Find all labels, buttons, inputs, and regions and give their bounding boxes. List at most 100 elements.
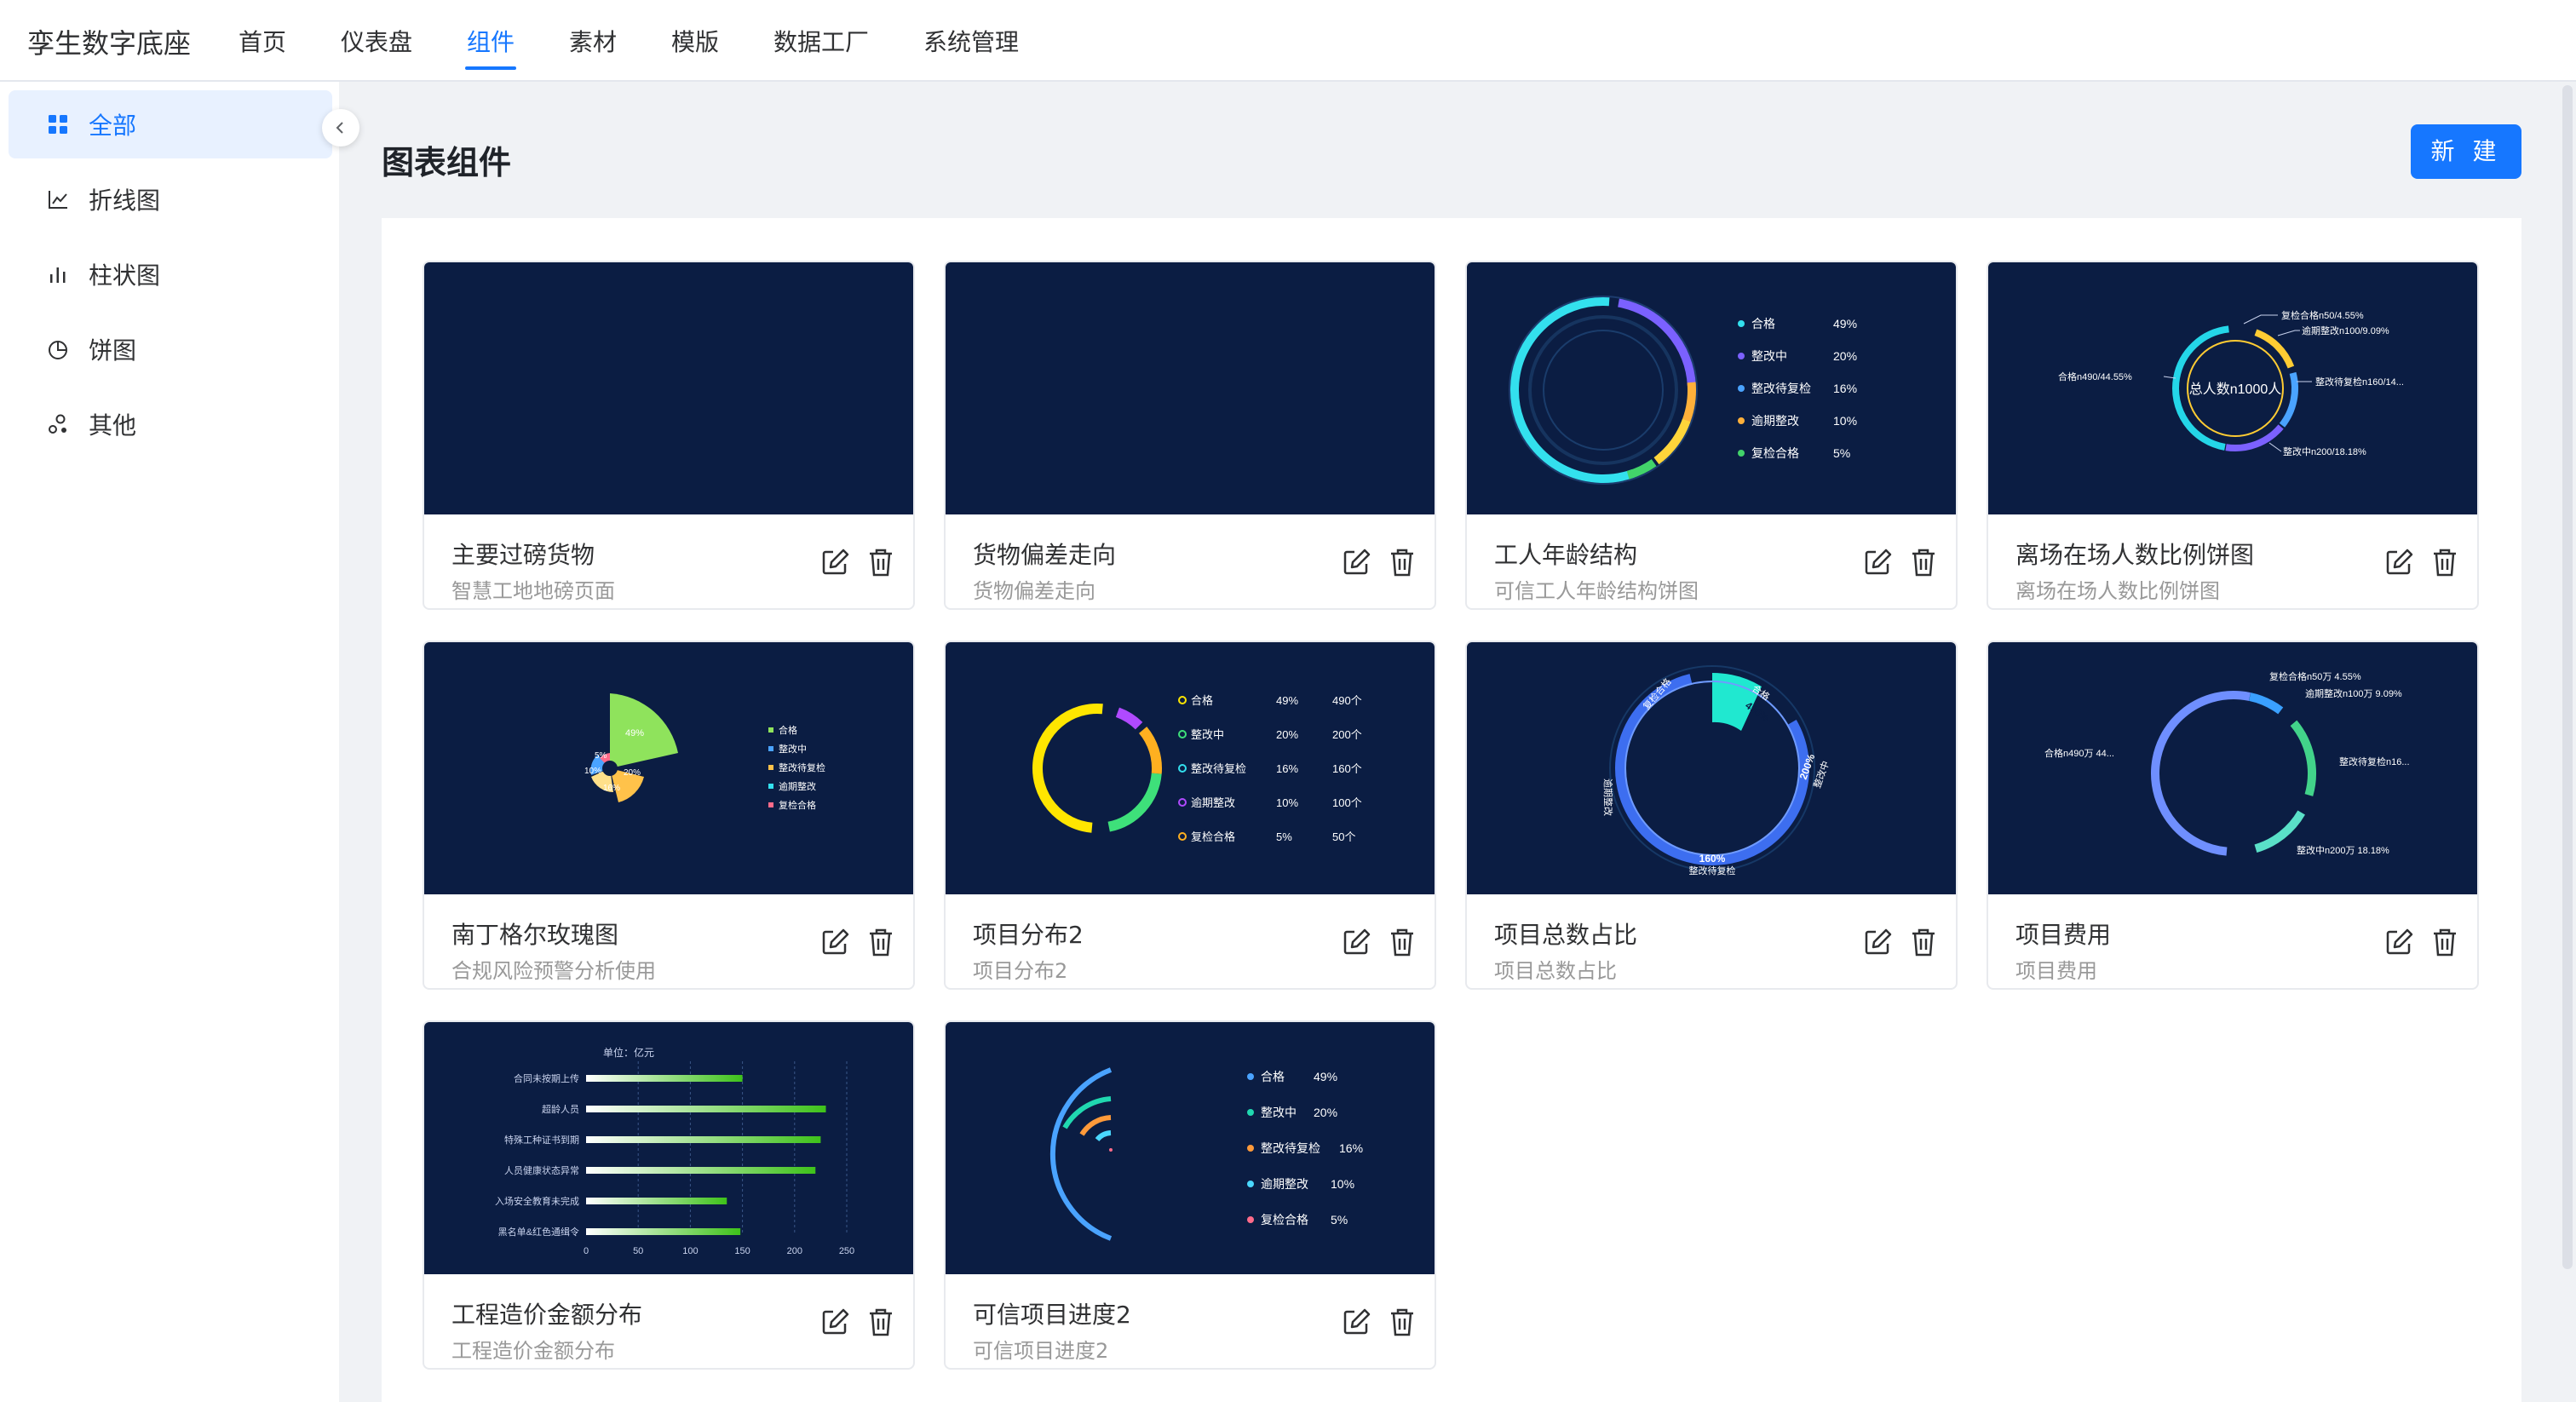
card-subtitle: 项目总数占比 xyxy=(1494,959,1617,983)
trash-icon[interactable] xyxy=(1389,547,1416,577)
trash-icon[interactable] xyxy=(1389,927,1416,957)
card-thumbnail[interactable] xyxy=(946,262,1435,514)
category-label: 超龄人员 xyxy=(542,1103,579,1115)
card-title: 主要过磅货物 xyxy=(451,541,595,569)
trash-icon[interactable] xyxy=(867,1307,894,1337)
edit-icon[interactable] xyxy=(819,927,850,957)
grid-icon xyxy=(49,115,67,134)
legend-pct: 20% xyxy=(1276,728,1298,741)
component-card[interactable]: 复检合格n50万 4.55% 逾期整改n100万 9.09% 合格n490万 4… xyxy=(1987,641,2479,990)
nav-item-materials[interactable]: 素材 xyxy=(569,24,617,58)
card-thumbnail[interactable]: 合格 49% 490个 整改中 20% 200个 整改待复检 16% 160个 逾期整改 10… xyxy=(946,642,1435,894)
sidebar-item-other[interactable]: 其他 xyxy=(9,390,332,458)
category-label: 黑名单&红色通缉令 xyxy=(498,1226,579,1238)
nav-item-data-factory[interactable]: 数据工厂 xyxy=(773,24,869,58)
category-label: 人员健康状态异常 xyxy=(504,1164,579,1176)
edit-icon[interactable] xyxy=(2383,927,2414,957)
card-thumbnail[interactable]: 49% 5% 10% 20% 16% 合格 整改中 整改待复检 逾期整改 复检合… xyxy=(424,642,913,894)
card-thumbnail[interactable]: 总人数n1000人 复检合格n50/4.55% 逾期整改n100/9.09% 合… xyxy=(1988,262,2477,514)
edit-icon[interactable] xyxy=(1862,927,1893,957)
trash-icon[interactable] xyxy=(867,927,894,957)
card-subtitle: 可信工人年龄结构饼图 xyxy=(1494,579,1699,603)
legend-value: 10% xyxy=(1833,414,1857,428)
legend-count: 50个 xyxy=(1332,830,1355,843)
component-card[interactable]: 单位：亿元 合同未按期上传 超龄人员 特殊工种证书到期 人员健康状态异常 入场安全教育未… xyxy=(423,1020,915,1370)
component-card[interactable]: 主要过磅货物 智慧工地地磅页面 xyxy=(423,261,915,610)
trash-icon[interactable] xyxy=(1910,547,1937,577)
callout-label: 整改中n200/18.18% xyxy=(2283,445,2366,457)
new-button[interactable]: 新 建 xyxy=(2411,124,2521,179)
legend-value: 20% xyxy=(1833,349,1857,363)
sidebar-collapse-button[interactable] xyxy=(322,109,359,147)
component-card[interactable]: 合格 490% 复检合格 逾期整改 200% 整改中 160% 整改待复检 项目… xyxy=(1465,641,1958,990)
legend-pct: 49% xyxy=(1276,694,1298,707)
card-thumbnail[interactable] xyxy=(424,262,913,514)
edit-icon[interactable] xyxy=(819,1307,850,1337)
legend-label: 合格 xyxy=(1261,1070,1285,1083)
card-title: 工程造价金额分布 xyxy=(451,1301,643,1329)
x-tick-label: 0 xyxy=(584,1246,589,1256)
sidebar-item-bar-chart[interactable]: 柱状图 xyxy=(9,240,332,308)
sidebar-item-pie-chart[interactable]: 饼图 xyxy=(9,315,332,383)
legend-value: 49% xyxy=(1833,317,1857,330)
card-thumbnail[interactable]: 复检合格n50万 4.55% 逾期整改n100万 9.09% 合格n490万 4… xyxy=(1988,642,2477,894)
other-icon xyxy=(49,414,66,434)
edit-icon[interactable] xyxy=(1341,1307,1371,1337)
card-subtitle: 离场在场人数比例饼图 xyxy=(2015,579,2220,603)
trash-icon[interactable] xyxy=(867,547,894,577)
card-title: 南丁格尔玫瑰图 xyxy=(451,921,619,949)
legend-pct: 10% xyxy=(1276,796,1298,809)
trash-icon[interactable] xyxy=(2431,927,2458,957)
legend-label: 复检合格 xyxy=(1191,830,1235,843)
component-card[interactable]: 合格 49% 整改中 20% 整改待复检 16% 逾期整改 10% 复检合格 5% 可信项… xyxy=(944,1020,1436,1370)
callout-label: 整改待复检n16... xyxy=(2339,756,2410,767)
component-card[interactable]: 合格 49% 整改中 20% 整改待复检 16% 逾期整改 10% 复检合格 5% 工人年… xyxy=(1465,261,1958,610)
edit-icon[interactable] xyxy=(1862,547,1893,577)
slice-label: 5% xyxy=(595,751,607,761)
edit-icon[interactable] xyxy=(819,547,850,577)
callout-label: 复检合格n50/4.55% xyxy=(2281,309,2364,321)
bar xyxy=(586,1228,741,1235)
legend-label: 复检合格 xyxy=(1751,446,1799,460)
slice-label: 10% xyxy=(584,767,601,776)
legend-value: 5% xyxy=(1331,1213,1348,1227)
component-card[interactable]: 49% 5% 10% 20% 16% 合格 整改中 整改待复检 逾期整改 复检合… xyxy=(423,641,915,990)
edit-icon[interactable] xyxy=(1341,927,1371,957)
nav-item-system-admin[interactable]: 系统管理 xyxy=(923,24,1019,58)
trash-icon[interactable] xyxy=(2431,547,2458,577)
callout-label: 合格n490/44.55% xyxy=(2058,371,2132,382)
sidebar-item-line-chart[interactable]: 折线图 xyxy=(9,165,332,233)
component-card[interactable]: 货物偏差走向 货物偏差走向 xyxy=(944,261,1436,610)
legend-label: 复检合格 xyxy=(1261,1213,1308,1227)
component-card[interactable]: 合格 49% 490个 整改中 20% 200个 整改待复检 16% 160个 逾期整改 10… xyxy=(944,641,1436,990)
nav-item-dashboard[interactable]: 仪表盘 xyxy=(341,24,412,58)
edit-icon[interactable] xyxy=(1341,547,1371,577)
card-thumbnail[interactable]: 合格 49% 整改中 20% 整改待复检 16% 逾期整改 10% 复检合格 5% xyxy=(1467,262,1956,514)
card-title: 项目费用 xyxy=(2015,921,2112,949)
category-label: 入场安全教育未完成 xyxy=(495,1195,579,1207)
chevron-left-icon xyxy=(336,122,343,134)
legend-label: 合格 xyxy=(1751,317,1775,330)
legend-label: 整改中 xyxy=(1751,349,1787,363)
nav-item-components[interactable]: 组件 xyxy=(465,24,517,70)
sidebar-item-all[interactable]: 全部 xyxy=(9,90,332,158)
card-thumbnail[interactable]: 合格 49% 整改中 20% 整改待复检 16% 逾期整改 10% 复检合格 5% xyxy=(946,1022,1435,1274)
card-title: 项目总数占比 xyxy=(1494,921,1638,949)
card-thumbnail[interactable]: 单位：亿元 合同未按期上传 超龄人员 特殊工种证书到期 人员健康状态异常 入场安全教育未… xyxy=(424,1022,913,1274)
card-subtitle: 货物偏差走向 xyxy=(973,579,1095,603)
legend-label: 整改中 xyxy=(1191,728,1224,741)
bar xyxy=(586,1198,727,1204)
card-thumbnail[interactable]: 合格 490% 复检合格 逾期整改 200% 整改中 160% 整改待复检 xyxy=(1467,642,1956,894)
page-scrollbar[interactable] xyxy=(2562,85,2573,1269)
nav-item-home[interactable]: 首页 xyxy=(239,24,286,58)
trash-icon[interactable] xyxy=(1910,927,1937,957)
trash-icon[interactable] xyxy=(1389,1307,1416,1337)
nav-item-templates[interactable]: 模版 xyxy=(671,24,719,58)
card-subtitle: 可信项目进度2 xyxy=(973,1339,1109,1363)
x-tick-label: 100 xyxy=(682,1246,698,1256)
edit-icon[interactable] xyxy=(2383,547,2414,577)
callout-label: 逾期整改n100/9.09% xyxy=(2302,325,2389,336)
component-card[interactable]: 总人数n1000人 复检合格n50/4.55% 逾期整改n100/9.09% 合… xyxy=(1987,261,2479,610)
card-subtitle: 智慧工地地磅页面 xyxy=(451,579,615,603)
sidebar-item-label: 全部 xyxy=(89,112,137,140)
